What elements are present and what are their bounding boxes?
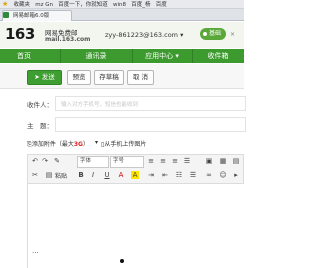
account-menu[interactable]: zyy-861223@163.com ▾ bbox=[105, 31, 183, 39]
align-left-icon[interactable]: ≡ bbox=[147, 157, 155, 165]
add-attachment-link[interactable]: ⎘添加附件（最大3G） bbox=[27, 139, 89, 149]
bookmark-item[interactable]: 百度一下，你就知道 bbox=[58, 1, 108, 8]
send-icon: ➤ bbox=[34, 73, 40, 81]
nav-app-center[interactable]: 应用中心 ▾ bbox=[132, 49, 192, 63]
paste-icon[interactable]: ▤ bbox=[45, 171, 53, 179]
to-label: 收件人： bbox=[27, 101, 53, 109]
more-icon[interactable]: ▸ bbox=[232, 171, 240, 179]
italic-icon[interactable]: I bbox=[89, 171, 97, 179]
list-icon[interactable]: ☰ bbox=[183, 157, 191, 165]
format-brush-icon[interactable]: ✎ bbox=[53, 157, 61, 165]
emoji-icon[interactable]: ☺ bbox=[219, 171, 227, 179]
bookmark-item[interactable]: 百度 bbox=[156, 1, 167, 8]
insert-icon[interactable]: ▤ bbox=[232, 157, 240, 165]
badge-dot-icon bbox=[203, 32, 207, 36]
attachment-size-limit: 3G bbox=[73, 141, 83, 148]
font-select[interactable]: 字体 bbox=[77, 156, 109, 168]
nav-contacts[interactable]: 通讯录 bbox=[60, 49, 132, 63]
editor-body-marker: ... bbox=[32, 247, 39, 255]
logo-number: 163 bbox=[5, 25, 35, 43]
logo-domain: mail.163.com bbox=[45, 36, 91, 43]
send-button[interactable]: ➤ 发送 bbox=[27, 70, 62, 85]
image-icon[interactable]: ▣ bbox=[205, 157, 213, 165]
align-center-icon[interactable]: ≡ bbox=[159, 157, 167, 165]
bookmark-favorites[interactable]: 收藏夹 bbox=[14, 1, 31, 8]
mail-favicon-icon bbox=[3, 12, 9, 18]
outdent-icon[interactable]: ⇤ bbox=[161, 171, 169, 179]
mail-body-editor[interactable] bbox=[27, 184, 244, 268]
align-right-icon[interactable]: ≡ bbox=[171, 157, 179, 165]
indent-icon[interactable]: ⇥ bbox=[147, 171, 155, 179]
save-draft-button[interactable]: 存草稿 bbox=[94, 70, 124, 85]
tab-title: 网易邮箱6.0版 bbox=[13, 13, 50, 19]
cut-icon[interactable]: ✂ bbox=[31, 171, 39, 179]
bookmarks-bar: ★ 收藏夹 mz Gn 百度一下，你就知道 win8 百度_杨 百度 bbox=[0, 0, 244, 9]
browser-tab[interactable]: 网易邮箱6.0版 bbox=[2, 10, 72, 21]
star-icon: ★ bbox=[2, 0, 9, 8]
preview-button[interactable]: 预览 bbox=[67, 70, 91, 85]
bold-icon[interactable]: B bbox=[77, 171, 85, 179]
bookmark-item[interactable]: mz Gn bbox=[35, 1, 53, 8]
numbered-list-icon[interactable]: ☷ bbox=[175, 171, 183, 179]
subject-label: 主 题： bbox=[27, 122, 53, 130]
bookmark-item[interactable]: win8 bbox=[113, 1, 126, 8]
link-icon[interactable]: ∞ bbox=[205, 171, 213, 179]
bookmark-item[interactable]: 百度_杨 bbox=[131, 1, 150, 8]
redo-icon[interactable]: ↷ bbox=[41, 157, 49, 165]
bullet-list-icon[interactable]: ☰ bbox=[189, 171, 197, 179]
to-placeholder: 输入对方手机号，短信也能收到 bbox=[61, 102, 139, 108]
nav-inbox[interactable]: 收件箱 bbox=[192, 49, 244, 63]
underline-icon[interactable]: U bbox=[103, 171, 111, 179]
font-color-icon[interactable]: A bbox=[117, 171, 125, 179]
nav-home[interactable]: 首页 bbox=[0, 49, 48, 63]
phone-upload-link[interactable]: ▯从手机上传图片 bbox=[101, 139, 146, 148]
attachment-dropdown-icon[interactable]: ▾ bbox=[95, 139, 98, 146]
subject-field[interactable] bbox=[55, 117, 246, 132]
paste-label[interactable]: 粘贴 bbox=[55, 171, 67, 180]
main-nav: 首页 通讯录 应用中心 ▾ 收件箱 bbox=[0, 49, 244, 63]
highlight-icon[interactable]: A bbox=[131, 171, 139, 179]
cursor-dot bbox=[120, 259, 124, 263]
cancel-button[interactable]: 取 消 bbox=[127, 70, 154, 85]
close-icon[interactable]: × bbox=[230, 31, 235, 38]
undo-icon[interactable]: ↶ bbox=[31, 157, 39, 165]
size-select[interactable]: 字号 bbox=[110, 156, 144, 168]
table-icon[interactable]: ▦ bbox=[219, 157, 227, 165]
browser-tab-bar: 网易邮箱6.0版 bbox=[0, 9, 244, 21]
